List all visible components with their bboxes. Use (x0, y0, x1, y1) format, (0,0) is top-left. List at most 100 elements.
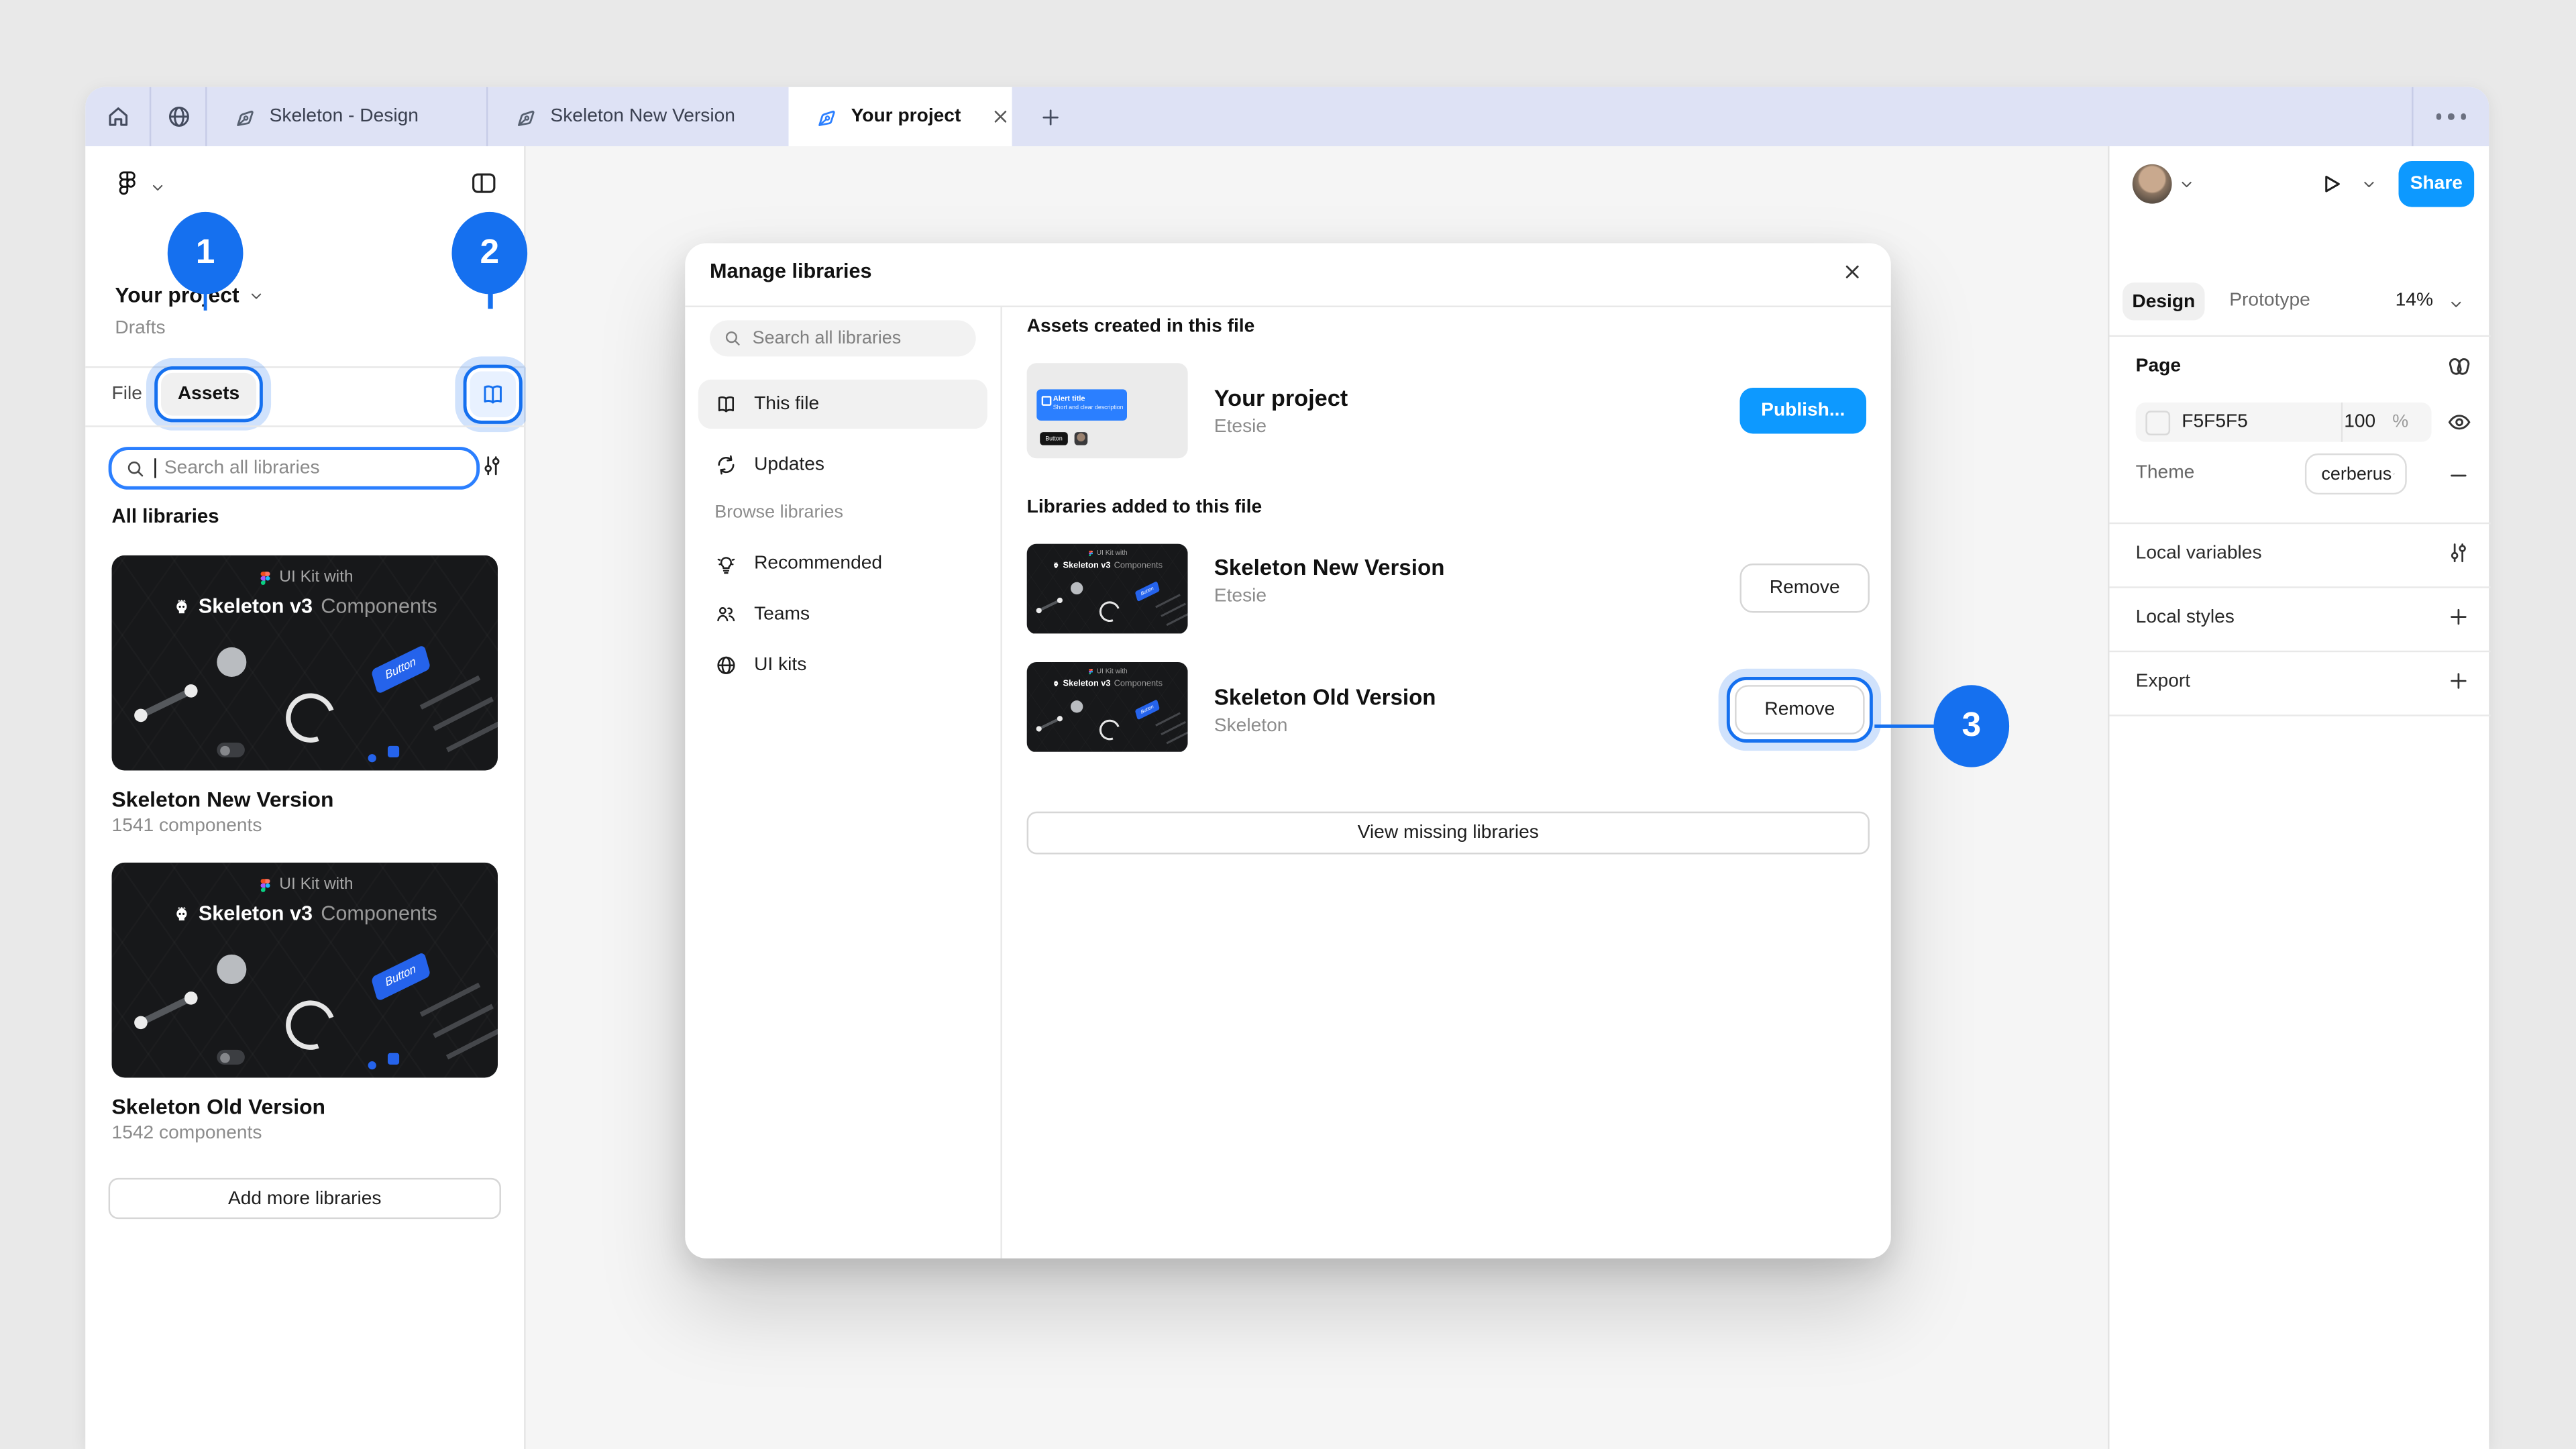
library-card-skeleton-old-version[interactable]: UI Kit with Skeleton v3Components Button (112, 863, 498, 1144)
chevron-down-icon (2448, 296, 2464, 312)
divider (2109, 335, 2490, 337)
thumb-radio-shape (368, 754, 376, 762)
add-style-button[interactable] (2447, 604, 2471, 629)
library-thumbnail: UI Kit with Skeleton v3Components Button (1027, 662, 1188, 753)
search-libraries-input[interactable]: Search all libraries (109, 447, 480, 490)
modal-title: Manage libraries (710, 260, 872, 282)
user-avatar[interactable] (2133, 164, 2172, 204)
tab-file[interactable]: File (112, 384, 142, 404)
ellipsis-icon (2449, 114, 2455, 120)
window-menu-button[interactable] (2414, 87, 2489, 146)
minus-icon (2447, 464, 2471, 488)
canvas[interactable]: Manage libraries Search all libraries Th… (526, 146, 2108, 1449)
local-styles-section[interactable]: Local styles (2136, 608, 2235, 627)
file-location: Drafts (115, 319, 165, 338)
thumb-accordion-shape (1161, 603, 1186, 617)
tab-design-label: Design (2132, 292, 2195, 311)
nav-this-file[interactable]: This file (698, 380, 987, 429)
add-export-button[interactable] (2447, 669, 2471, 694)
page-color-hex[interactable]: F5F5F5 (2182, 413, 2248, 432)
close-modal-button[interactable] (1840, 260, 1865, 284)
new-tab-button[interactable] (1025, 87, 1074, 146)
left-sidebar: Your project Drafts File Assets Search a… (85, 146, 525, 1449)
nav-teams[interactable]: Teams (698, 590, 987, 639)
library-count: 1541 components (112, 816, 498, 836)
nav-updates-label: Updates (754, 455, 824, 474)
main-menu-button[interactable] (113, 169, 142, 197)
remove-library-button[interactable]: Remove (1735, 685, 1864, 734)
library-name: Skeleton Old Version (1214, 685, 1576, 710)
file-tab-skeleton-design[interactable]: Skeleton - Design (207, 87, 486, 146)
thumb-caption-brand: Skeleton v3 (1063, 678, 1111, 688)
figma-logo-icon (113, 169, 142, 197)
present-chevron[interactable] (2361, 176, 2377, 192)
remove-theme-button[interactable] (2447, 464, 2471, 488)
account-chevron[interactable] (2178, 176, 2194, 192)
library-card-skeleton-new-version[interactable]: UI Kit with Skeleton v3Components Button (112, 555, 498, 837)
zoom-level[interactable]: 14% (2396, 290, 2433, 310)
home-tab-button[interactable] (85, 87, 150, 146)
add-more-libraries-button[interactable]: Add more libraries (109, 1178, 501, 1219)
page-color-row[interactable]: F5F5F5 100 % (2136, 402, 2432, 442)
open-variables-button[interactable] (2447, 541, 2471, 566)
figma-color-logo-icon (1087, 550, 1093, 556)
tab-design[interactable]: Design (2123, 282, 2204, 320)
text-cursor (154, 458, 156, 478)
skull-icon (172, 904, 191, 922)
nav-recommended[interactable]: Recommended (698, 539, 987, 588)
globe-icon (165, 103, 191, 129)
thumb-toggle-shape (217, 1050, 245, 1065)
share-button[interactable]: Share (2399, 161, 2475, 207)
library-thumbnail: UI Kit with Skeleton v3Components Button (1027, 544, 1188, 635)
community-tab-button[interactable] (151, 87, 205, 146)
present-button[interactable] (2318, 171, 2345, 197)
thumb-slider-shape (1038, 717, 1061, 730)
chevron-down-icon (150, 179, 166, 195)
thumb-button-shape: Button (371, 645, 431, 695)
library-row-skeleton-new-version: UI Kit with Skeleton v3Components Button (1027, 544, 1188, 635)
thumb-spinner-shape (278, 992, 343, 1058)
thumb-caption-kit: UI Kit with (279, 875, 353, 894)
view-missing-libraries-button[interactable]: View missing libraries (1027, 812, 1870, 855)
close-tab-icon[interactable] (989, 105, 1012, 128)
libraries-button[interactable] (470, 371, 516, 417)
divider (2109, 523, 2490, 524)
tab-prototype[interactable]: Prototype (2229, 290, 2310, 310)
annotation-1-balloon: 1 (168, 212, 244, 294)
divider (2109, 651, 2490, 652)
file-name-chevron[interactable] (248, 288, 264, 304)
local-variables-section[interactable]: Local variables (2136, 544, 2262, 564)
tab-assets[interactable]: Assets (161, 373, 256, 416)
color-swatch[interactable] (2145, 410, 2170, 435)
nav-updates[interactable]: Updates (698, 440, 987, 489)
filter-libraries-button[interactable] (480, 453, 504, 478)
remove-library-button[interactable]: Remove (1739, 564, 1869, 612)
theme-label: Theme (2136, 464, 2195, 483)
tab-label: Skeleton - Design (270, 107, 419, 126)
zoom-chevron[interactable] (2448, 296, 2464, 312)
nav-teams-label: Teams (754, 604, 810, 624)
thumb-caption-kit: UI Kit with (1097, 667, 1128, 675)
thumb-avatar-shape (217, 955, 246, 984)
modal-search-input[interactable]: Search all libraries (710, 321, 976, 357)
export-section[interactable]: Export (2136, 672, 2190, 692)
nav-ui-kits[interactable]: UI kits (698, 641, 987, 690)
eye-icon (2447, 409, 2473, 435)
theme-dropdown[interactable]: cerberus (2305, 453, 2407, 494)
thumb-accordion-shape (446, 718, 498, 752)
page-styles-button[interactable] (2447, 354, 2473, 380)
file-tab-your-project-active[interactable]: Your project (789, 87, 1012, 146)
figma-color-logo-icon (256, 570, 271, 585)
main-menu-chevron[interactable] (150, 179, 166, 195)
project-name: Your project (1214, 384, 1543, 411)
theme-value: cerberus (2321, 464, 2392, 484)
thumb-button-shape: Button (371, 952, 431, 1002)
file-tab-skeleton-new-version[interactable]: Skeleton New Version (488, 87, 788, 146)
page-color-opacity[interactable]: 100 (2344, 413, 2375, 432)
thumb-avatar-shape (1071, 700, 1083, 712)
annotation-2-number: 2 (480, 233, 499, 273)
toggle-visibility-button[interactable] (2447, 409, 2473, 435)
publish-button[interactable]: Publish... (1739, 388, 1866, 434)
minimize-ui-button[interactable] (470, 169, 498, 197)
thumb-accordion-shape (1166, 612, 1187, 626)
